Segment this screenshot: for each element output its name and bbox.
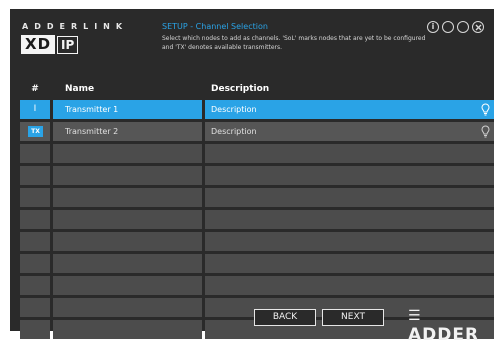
- table-row[interactable]: [20, 166, 494, 185]
- xd-logo-text: XD: [21, 35, 56, 54]
- info-icon[interactable]: i: [427, 21, 439, 33]
- xd-ip-logo: XD IP: [21, 35, 79, 54]
- channel-table: # Name Description I Transmitter 1 Descr…: [20, 81, 494, 339]
- next-button[interactable]: NEXT: [322, 309, 384, 326]
- adder-logo: ☰ADDER: [408, 305, 494, 345]
- adder-mark-icon: ☰: [408, 308, 422, 324]
- adderlink-wordmark: ADDERLINK: [22, 22, 129, 31]
- column-header-description: Description: [211, 84, 270, 94]
- row-number: I: [33, 104, 37, 114]
- transmitter-badge: TX: [28, 126, 43, 137]
- column-header-name: Name: [65, 84, 95, 94]
- row-name: Transmitter 2: [53, 122, 202, 141]
- row-description: Description: [211, 127, 257, 136]
- table-row[interactable]: [20, 144, 494, 163]
- row-name: Transmitter 1: [53, 100, 202, 119]
- table-row[interactable]: [20, 254, 494, 273]
- ip-logo-text: IP: [57, 35, 79, 54]
- page-title: SETUP - Channel Selection: [162, 22, 268, 31]
- table-row[interactable]: [20, 188, 494, 207]
- back-button[interactable]: BACK: [254, 309, 316, 326]
- lightbulb-icon[interactable]: [481, 125, 490, 138]
- maximize-icon[interactable]: [457, 21, 469, 33]
- row-description: Description: [211, 105, 257, 114]
- table-row[interactable]: [20, 210, 494, 229]
- table-row[interactable]: TX Transmitter 2 Description: [20, 122, 494, 141]
- lightbulb-icon[interactable]: [481, 103, 490, 116]
- table-row[interactable]: [20, 232, 494, 251]
- page-description: Select which nodes to add as channels. '…: [162, 35, 426, 51]
- close-icon[interactable]: [472, 21, 484, 33]
- minimize-icon[interactable]: [442, 21, 454, 33]
- table-header: # Name Description: [20, 81, 494, 97]
- table-row[interactable]: I Transmitter 1 Description: [20, 100, 494, 119]
- adder-logo-text: ADDER: [408, 325, 480, 345]
- setup-panel: ADDERLINK XD IP SETUP - Channel Selectio…: [10, 9, 494, 345]
- column-header-number: #: [31, 84, 39, 94]
- table-row[interactable]: [20, 276, 494, 295]
